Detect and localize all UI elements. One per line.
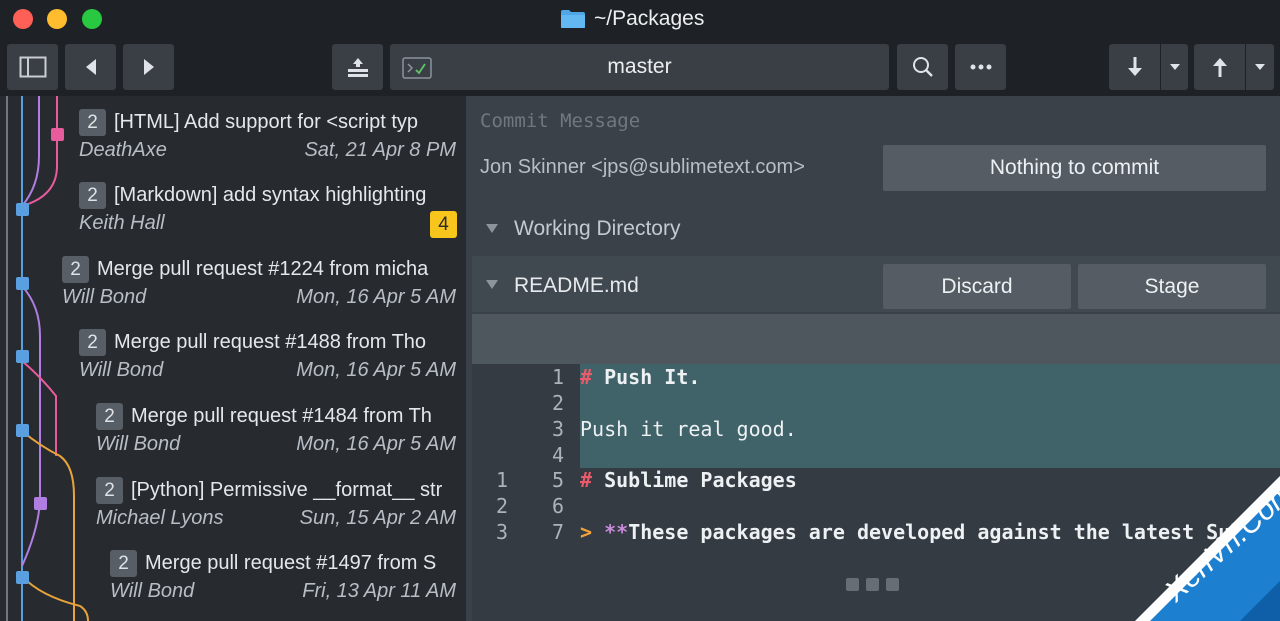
commit-date: Mon, 16 Apr 5 AM xyxy=(296,433,456,455)
sidebar-icon xyxy=(19,56,46,78)
commit-count-badge: 2 xyxy=(96,402,123,430)
commit-author: Will Bond xyxy=(110,580,195,602)
forward-button[interactable] xyxy=(123,44,174,90)
search-button[interactable] xyxy=(897,44,948,90)
commit-count-badge: 2 xyxy=(79,328,106,356)
commit-row[interactable]: 2 Merge pull request #1488 from Tho Will … xyxy=(79,316,456,389)
stash-button[interactable] xyxy=(332,44,383,90)
stage-button[interactable]: Stage xyxy=(1078,264,1266,309)
commit-author: Michael Lyons xyxy=(96,507,224,529)
commit-count-badge: 2 xyxy=(79,108,106,136)
commit-author-line: Jon Skinner <jps@sublimetext.com> xyxy=(480,156,805,178)
commit-subject: Merge pull request #1488 from Tho xyxy=(114,330,427,353)
pull-button[interactable] xyxy=(1109,44,1160,90)
push-button[interactable] xyxy=(1194,44,1245,90)
commit-row[interactable]: 2 Merge pull request #1224 from micha Wil… xyxy=(62,243,456,316)
commit-author: DeathAxe xyxy=(79,139,167,161)
commit-subject: [Python] Permissive __format__ str xyxy=(131,478,443,501)
commit-subject: [Markdown] add syntax highlighting xyxy=(114,183,427,206)
discard-button[interactable]: Discard xyxy=(883,264,1071,309)
more-button[interactable] xyxy=(955,44,1006,90)
close-window-button[interactable] xyxy=(13,9,33,29)
commit-date: Mon, 16 Apr 5 AM xyxy=(296,286,456,308)
working-directory-label: Working Directory xyxy=(514,217,681,240)
chevron-down-icon xyxy=(1169,64,1180,70)
commit-subject: Merge pull request #1484 from Th xyxy=(131,404,432,427)
title-bar: ~/Packages xyxy=(0,0,1280,38)
commit-date: Mon, 16 Apr 5 AM xyxy=(296,359,456,381)
minimize-window-button[interactable] xyxy=(47,9,67,29)
file-name: README.md xyxy=(514,274,639,297)
commit-message-input[interactable]: Commit Message xyxy=(480,110,640,132)
triangle-left-icon xyxy=(85,59,96,75)
commit-row[interactable]: 2 [Markdown] add syntax highlighting Keit… xyxy=(79,169,456,242)
hunk-header xyxy=(472,314,1280,364)
arrow-down-icon xyxy=(1127,57,1142,76)
diff-line: 1 # Push It. xyxy=(472,364,1280,390)
commit-date: Fri, 13 Apr 11 AM xyxy=(302,580,456,602)
commit-count-badge: 2 xyxy=(96,476,123,504)
ellipsis-icon xyxy=(970,64,991,70)
commit-count-badge: 2 xyxy=(62,255,89,283)
triangle-right-icon xyxy=(143,59,154,75)
commit-row[interactable]: 2 [HTML] Add support for <script typ Deat… xyxy=(79,96,456,169)
commit-author: Keith Hall xyxy=(79,212,165,234)
commit-row[interactable]: 2 [Python] Permissive __format__ str Mich… xyxy=(96,464,456,537)
commit-author: Will Bond xyxy=(79,359,164,381)
maximize-window-button[interactable] xyxy=(82,9,102,29)
branch-selector[interactable]: master xyxy=(390,44,889,90)
stash-icon xyxy=(347,58,368,77)
branch-name: master xyxy=(607,55,672,78)
window-title-text: ~/Packages xyxy=(594,7,705,30)
commit-subject: Merge pull request #1497 from S xyxy=(145,551,437,574)
commit-count-badge: 2 xyxy=(110,549,137,577)
toggle-sidebar-button[interactable] xyxy=(7,44,58,90)
pull-options-button[interactable] xyxy=(1161,44,1188,90)
push-options-button[interactable] xyxy=(1246,44,1274,90)
nothing-to-commit-button[interactable]: Nothing to commit xyxy=(883,145,1266,191)
back-button[interactable] xyxy=(65,44,116,90)
toolbar: master xyxy=(0,38,1280,96)
commit-author: Will Bond xyxy=(96,433,181,455)
commit-count-badge: 2 xyxy=(79,181,106,209)
watermark-logo: XenVn.Com xyxy=(1135,475,1280,621)
files-count-badge: 4 xyxy=(430,211,457,238)
commit-subject: [HTML] Add support for <script typ xyxy=(114,110,419,133)
window-title: ~/Packages xyxy=(560,6,704,32)
folder-icon xyxy=(560,9,586,29)
file-row[interactable]: README.md Discard Stage xyxy=(472,256,1280,312)
loading-dots xyxy=(846,578,899,591)
commit-row[interactable]: 2 Merge pull request #1484 from Th Will B… xyxy=(96,390,456,463)
commit-list[interactable]: 2 [HTML] Add support for <script typ Deat… xyxy=(0,96,466,621)
collapse-triangle-icon[interactable] xyxy=(486,224,498,233)
commit-date: Sat, 21 Apr 8 PM xyxy=(304,139,456,161)
search-icon xyxy=(912,57,933,77)
commit-author: Will Bond xyxy=(62,286,147,308)
collapse-triangle-icon[interactable] xyxy=(486,280,498,289)
commit-subject: Merge pull request #1224 from micha xyxy=(97,257,429,280)
arrow-up-icon xyxy=(1212,58,1227,77)
diff-line: 2 xyxy=(472,390,1280,416)
commit-date: Sun, 15 Apr 2 AM xyxy=(299,507,456,529)
chevron-down-icon xyxy=(1255,64,1265,70)
commit-row[interactable]: 2 Merge pull request #1497 from S Will Bo… xyxy=(110,537,456,610)
